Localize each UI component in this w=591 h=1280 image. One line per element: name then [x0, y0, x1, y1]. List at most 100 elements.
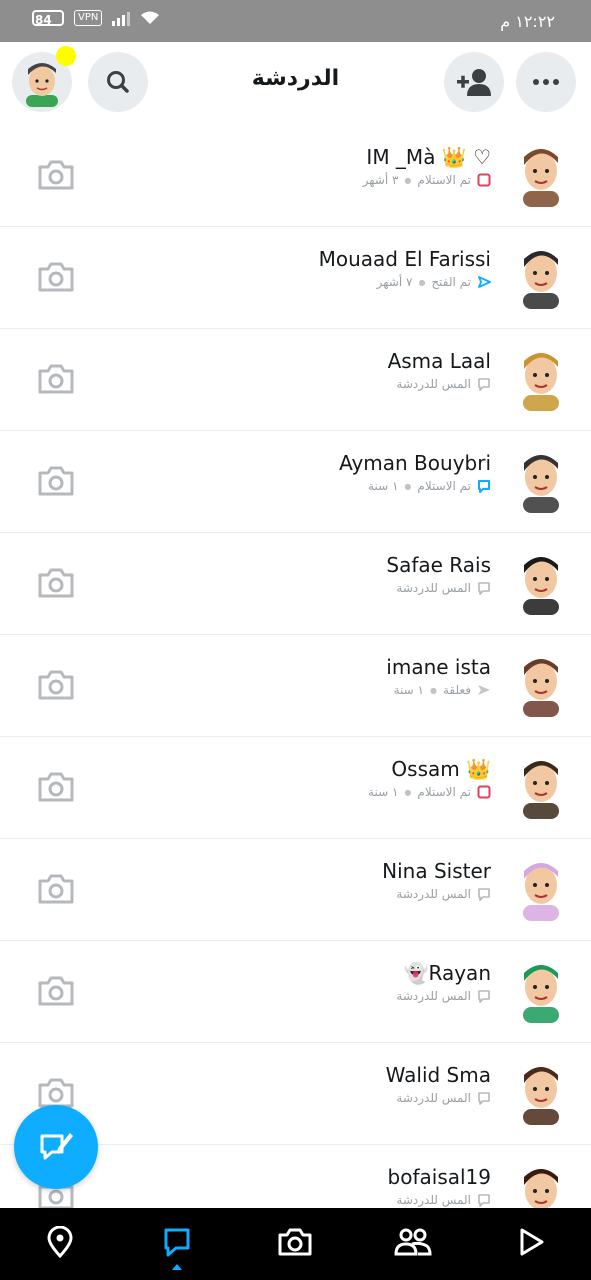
chat-name: imane ista — [386, 655, 491, 679]
status-icon — [477, 275, 491, 289]
status-icon — [477, 683, 491, 697]
chat-name: Ayman Bouybri — [339, 451, 491, 475]
chat-time: ١ سنة — [393, 683, 424, 697]
chat-subtitle: تم الاستلام ● ١ سنة — [368, 785, 491, 799]
friends-tab[interactable] — [393, 1222, 433, 1262]
chat-status: المس للدردشة — [396, 377, 471, 391]
camera-reply-icon[interactable] — [36, 767, 76, 807]
chat-name: Nina Sister — [382, 859, 491, 883]
friend-avatar[interactable] — [511, 141, 571, 207]
chat-list: IM _Mà 👑 ♡ تم الاستلام ● ٣ أشهر Mouaad El … — [0, 125, 591, 1247]
friend-avatar[interactable] — [511, 651, 571, 717]
chat-status: المس للدردشة — [396, 1091, 471, 1105]
chat-name: Ossam 👑 — [391, 757, 491, 781]
chat-subtitle: تم الاستلام ● ٣ أشهر — [363, 173, 491, 187]
status-icon — [477, 377, 491, 391]
chat-subtitle: تم الفتح ● ٧ أشهر — [377, 275, 491, 289]
compose-chat-icon — [40, 1133, 73, 1160]
friend-avatar[interactable] — [511, 855, 571, 921]
chat-status: تم الفتح — [431, 275, 471, 289]
header: الدردشة — [0, 42, 591, 122]
status-bar: 84 VPN ١٢:٢٢ م — [0, 0, 591, 42]
chat-tab[interactable] — [157, 1222, 197, 1262]
friend-avatar[interactable] — [511, 243, 571, 309]
chat-subtitle: المس للدردشة — [396, 377, 491, 391]
chat-row[interactable]: 👻Rayan المس للدردشة — [0, 941, 591, 1043]
chat-name: IM _Mà 👑 ♡ — [366, 145, 491, 169]
status-icon — [477, 1193, 491, 1207]
chat-status: فعلقة — [442, 683, 471, 697]
friend-avatar[interactable] — [511, 549, 571, 615]
camera-reply-icon[interactable] — [36, 869, 76, 909]
bottom-nav — [0, 1208, 591, 1280]
chat-status: تم الاستلام — [417, 173, 471, 187]
separator-dot: ● — [404, 481, 412, 491]
status-icon — [477, 989, 491, 1003]
friend-avatar[interactable] — [511, 447, 571, 513]
camera-reply-icon[interactable] — [36, 155, 76, 195]
chat-name: bofaisal19 — [387, 1165, 491, 1189]
vpn-badge: VPN — [74, 10, 103, 26]
battery-level: 84 — [35, 13, 52, 27]
separator-dot: ● — [404, 787, 412, 797]
status-icon — [477, 1091, 491, 1105]
chat-name: 👻Rayan — [403, 961, 491, 985]
chat-subtitle: المس للدردشة — [396, 989, 491, 1003]
status-icon — [477, 479, 491, 493]
signal-icon — [112, 10, 131, 26]
new-chat-button[interactable] — [14, 1105, 98, 1189]
wifi-icon — [141, 11, 160, 24]
chat-status: تم الاستلام — [417, 479, 471, 493]
chat-name: Mouaad El Farissi — [318, 247, 491, 271]
chat-row[interactable]: Mouaad El Farissi تم الفتح ● ٧ أشهر — [0, 227, 591, 329]
camera-icon — [278, 1228, 312, 1256]
chat-subtitle: تم الاستلام ● ١ سنة — [368, 479, 491, 493]
camera-reply-icon[interactable] — [36, 461, 76, 501]
friend-avatar[interactable] — [511, 1059, 571, 1125]
chat-row[interactable]: Asma Laal المس للدردشة — [0, 329, 591, 431]
more-icon — [533, 79, 559, 85]
friends-icon — [394, 1228, 432, 1256]
map-icon — [47, 1226, 73, 1258]
chat-icon — [164, 1228, 190, 1257]
camera-reply-icon[interactable] — [36, 359, 76, 399]
chat-subtitle: المس للدردشة — [396, 1193, 491, 1207]
friend-avatar[interactable] — [511, 957, 571, 1023]
camera-reply-icon[interactable] — [36, 563, 76, 603]
camera-tab[interactable] — [275, 1222, 315, 1262]
friend-avatar[interactable] — [511, 753, 571, 819]
map-tab[interactable] — [40, 1222, 80, 1262]
chat-time: ٣ أشهر — [362, 173, 399, 187]
status-icon — [477, 581, 491, 595]
chat-status: تم الاستلام — [417, 785, 471, 799]
camera-reply-icon[interactable] — [36, 257, 76, 297]
friend-avatar[interactable] — [511, 345, 571, 411]
status-icon — [477, 785, 491, 799]
chat-row[interactable]: Safae Rais المس للدردشة — [0, 533, 591, 635]
battery-icon: 84 — [32, 10, 64, 27]
chat-row[interactable]: Ossam 👑 تم الاستلام ● ١ سنة — [0, 737, 591, 839]
discover-tab[interactable] — [511, 1222, 551, 1262]
chat-status: المس للدردشة — [396, 1193, 471, 1207]
chat-row[interactable]: Nina Sister المس للدردشة — [0, 839, 591, 941]
chat-time: ٧ أشهر — [376, 275, 413, 289]
chat-name: Asma Laal — [387, 349, 491, 373]
chat-subtitle: فعلقة ● ١ سنة — [394, 683, 491, 697]
chat-row[interactable]: Ayman Bouybri تم الاستلام ● ١ سنة — [0, 431, 591, 533]
add-friend-button[interactable] — [444, 52, 504, 112]
chat-row[interactable]: imane ista فعلقة ● ١ سنة — [0, 635, 591, 737]
more-options-button[interactable] — [516, 52, 576, 112]
add-friend-icon — [457, 69, 491, 96]
status-icon — [477, 887, 491, 901]
chat-subtitle: المس للدردشة — [396, 887, 491, 901]
chat-time: ١ سنة — [368, 479, 399, 493]
chat-row[interactable]: IM _Mà 👑 ♡ تم الاستلام ● ٣ أشهر — [0, 125, 591, 227]
separator-dot: ● — [430, 685, 437, 695]
camera-reply-icon[interactable] — [36, 665, 76, 705]
chat-status: المس للدردشة — [396, 989, 471, 1003]
chat-subtitle: المس للدردشة — [396, 581, 491, 595]
camera-reply-icon[interactable] — [36, 971, 76, 1011]
active-tab-indicator — [172, 1264, 182, 1270]
chat-name: Walid Sma — [385, 1063, 491, 1087]
separator-dot: ● — [404, 175, 412, 185]
